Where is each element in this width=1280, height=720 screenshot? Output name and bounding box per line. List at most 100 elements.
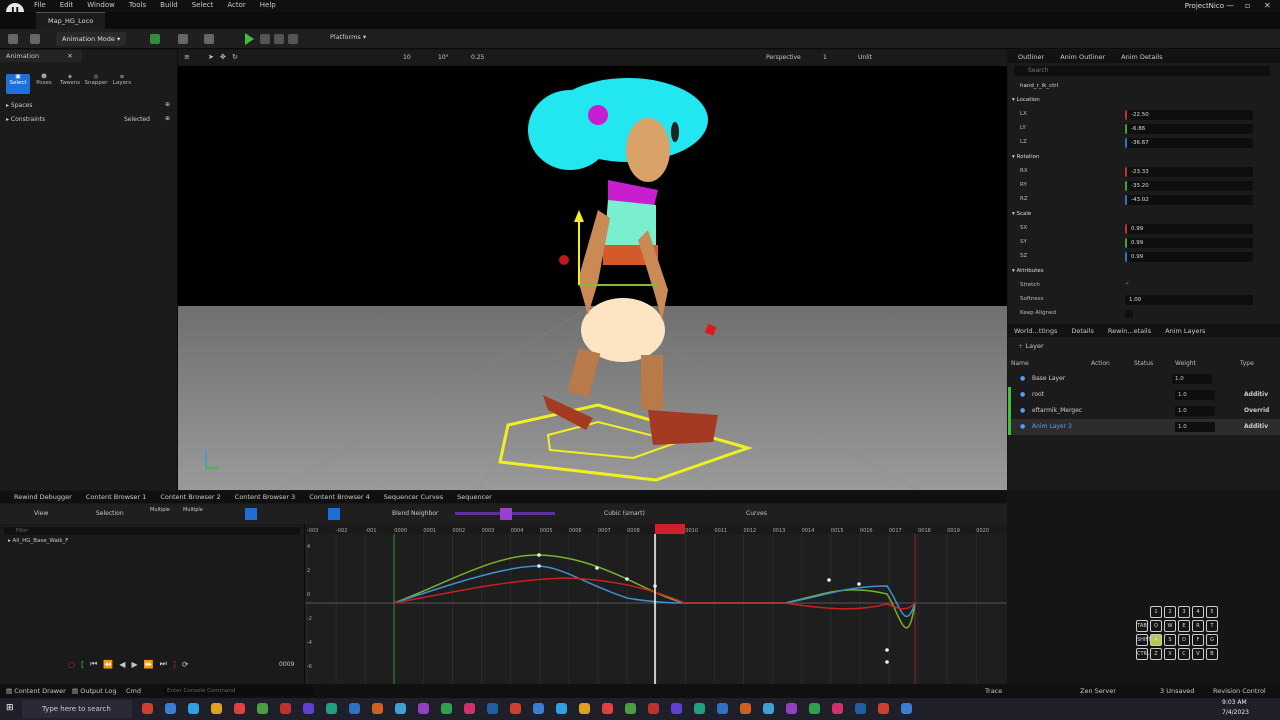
unsaved-button[interactable]: 3 Unsaved: [1160, 687, 1194, 695]
ry-field[interactable]: -35.20: [1125, 181, 1253, 191]
tween-slider-handle[interactable]: [500, 508, 512, 520]
constraints-filter[interactable]: Selected: [124, 116, 150, 123]
tab-content-browser-1[interactable]: Content Browser 1: [86, 493, 146, 501]
zen-server-button[interactable]: Zen Server: [1080, 687, 1116, 695]
layer-row[interactable]: ● Base Layer 1.0: [1008, 371, 1280, 387]
content-icon[interactable]: [30, 34, 40, 44]
layer-row[interactable]: ● eftarmik_Mergec 1.0 Overrid: [1008, 403, 1280, 419]
filter-input[interactable]: Filter: [4, 527, 300, 535]
attributes-section[interactable]: ▾ Attributes: [1012, 268, 1044, 274]
taskbar-app-icon[interactable]: [602, 703, 613, 714]
taskbar-app-icon[interactable]: [395, 703, 406, 714]
magnet-icon[interactable]: [245, 508, 257, 520]
add-layer-button[interactable]: + Layer: [1018, 342, 1044, 350]
platforms-dropdown[interactable]: Platforms ▾: [330, 33, 366, 41]
taskbar-app-icon[interactable]: [648, 703, 659, 714]
stop-icon[interactable]: [274, 34, 284, 44]
trace-button[interactable]: Trace: [985, 687, 1002, 695]
taskbar-app-icon[interactable]: [326, 703, 337, 714]
tab-rewind-details[interactable]: Rewin...etails: [1108, 327, 1151, 335]
play-icon[interactable]: [245, 33, 254, 45]
taskbar-app-icon[interactable]: [464, 703, 475, 714]
close-icon[interactable]: ✕: [1264, 1, 1271, 10]
cmd-dropdown[interactable]: Cmd: [126, 687, 141, 695]
softness-field[interactable]: 1.00: [1125, 295, 1253, 305]
taskbar-app-icon[interactable]: [763, 703, 774, 714]
multiple-toggle-2[interactable]: Multiple: [183, 507, 203, 513]
content-drawer-button[interactable]: ▤ Content Drawer: [6, 687, 66, 695]
taskbar-app-icon[interactable]: [142, 703, 153, 714]
interp-dropdown[interactable]: Cubic (smart): [604, 510, 645, 517]
poses-mode-button[interactable]: ☻ Poses: [32, 74, 56, 94]
layer-type[interactable]: Overrid: [1244, 407, 1269, 414]
lz-field[interactable]: -36.67: [1125, 138, 1253, 148]
spaces-section[interactable]: ▸ Spaces ⊕: [0, 100, 178, 112]
sz-field[interactable]: 0.99: [1125, 252, 1253, 262]
console-input[interactable]: Enter Console Command: [163, 686, 313, 696]
key-mode-icon[interactable]: [328, 508, 340, 520]
tab-anim-outliner[interactable]: Anim Outliner: [1060, 53, 1105, 61]
mode-dropdown[interactable]: Animation Mode ▾: [56, 32, 127, 46]
menu-build[interactable]: Build: [160, 1, 178, 9]
tweens-mode-button[interactable]: ◈ Tweens: [58, 74, 82, 94]
menu-window[interactable]: Window: [87, 1, 115, 9]
ly-field[interactable]: -6.86: [1125, 124, 1253, 134]
track-item[interactable]: ▸ All_HG_Base_Walk_F: [8, 538, 68, 544]
menu-edit[interactable]: Edit: [60, 1, 74, 9]
sy-field[interactable]: 0.99: [1125, 238, 1253, 248]
taskbar-app-icon[interactable]: [188, 703, 199, 714]
end-bracket-icon[interactable]: ]: [173, 660, 176, 669]
taskbar-app-icon[interactable]: [901, 703, 912, 714]
layer-weight[interactable]: 1.0: [1175, 406, 1215, 416]
menu-tools[interactable]: Tools: [129, 1, 146, 9]
cinematics-icon[interactable]: [204, 34, 214, 44]
prev-frame-icon[interactable]: ◀: [119, 660, 125, 669]
eject-icon[interactable]: [288, 34, 298, 44]
maximize-icon[interactable]: ▫: [1245, 1, 1250, 10]
tab-animation[interactable]: Animation ✕: [0, 50, 82, 62]
taskbar-app-icon[interactable]: [809, 703, 820, 714]
blend-neighbor-dropdown[interactable]: Blend Neighbor: [392, 510, 438, 517]
tab-anim-layers[interactable]: Anim Layers: [1165, 327, 1205, 335]
add-actor-icon[interactable]: [150, 34, 160, 44]
add-space-icon[interactable]: ⊕: [165, 101, 170, 108]
taskbar-app-icon[interactable]: [740, 703, 751, 714]
keep-aligned-checkbox[interactable]: [1125, 310, 1133, 318]
taskbar-app-icon[interactable]: [878, 703, 889, 714]
select-mode-button[interactable]: ▣ Select: [6, 74, 30, 94]
tab-content-browser-4[interactable]: Content Browser 4: [309, 493, 369, 501]
rx-field[interactable]: -23.33: [1125, 167, 1253, 177]
taskbar-app-icon[interactable]: [441, 703, 452, 714]
save-icon[interactable]: [8, 34, 18, 44]
taskbar-app-icon[interactable]: [579, 703, 590, 714]
rotation-section[interactable]: ▾ Rotation: [1012, 154, 1040, 160]
tab-content-browser-2[interactable]: Content Browser 2: [160, 493, 220, 501]
taskbar-app-icon[interactable]: [855, 703, 866, 714]
scale-section[interactable]: ▾ Scale: [1012, 211, 1031, 217]
tab-content-browser-3[interactable]: Content Browser 3: [235, 493, 295, 501]
taskbar-app-icon[interactable]: [671, 703, 682, 714]
taskbar-app-icon[interactable]: [694, 703, 705, 714]
tab-map[interactable]: Map_HG_Loco: [36, 12, 106, 29]
taskbar-app-icon[interactable]: [234, 703, 245, 714]
start-bracket-icon[interactable]: [: [81, 660, 84, 669]
layers-mode-button[interactable]: ≡ Layers: [110, 74, 134, 94]
rz-field[interactable]: -43.02: [1125, 195, 1253, 205]
layer-row-selected[interactable]: ● Anim Layer 3 1.0 Additiv: [1008, 419, 1280, 435]
tab-world-settings[interactable]: World...ttings: [1014, 327, 1057, 335]
multiple-toggle-1[interactable]: Multiple: [150, 507, 170, 513]
tab-rewind-debugger[interactable]: Rewind Debugger: [14, 493, 72, 501]
add-constraint-icon[interactable]: ⊕: [165, 115, 170, 122]
stretch-checkbox[interactable]: ✓: [1125, 281, 1130, 287]
taskbar-app-icon[interactable]: [165, 703, 176, 714]
next-frame-icon[interactable]: ⏩: [144, 660, 154, 669]
view-dropdown[interactable]: View: [34, 510, 48, 517]
curve-editor[interactable]: -003 -002 -001 0000 0001 0002 0003 0004 0005 0006…: [305, 524, 1007, 684]
snapper-mode-button[interactable]: ◎ Snapper: [84, 74, 108, 94]
constraints-section[interactable]: ▸ Constraints Selected ⊕: [0, 114, 178, 126]
revision-control-button[interactable]: Revision Control: [1213, 687, 1266, 695]
layer-type[interactable]: Additiv: [1244, 391, 1268, 398]
layer-weight[interactable]: 1.0: [1172, 374, 1212, 384]
play-forward-icon[interactable]: ▶: [131, 660, 137, 669]
close-tab-icon[interactable]: ✕: [67, 52, 72, 60]
